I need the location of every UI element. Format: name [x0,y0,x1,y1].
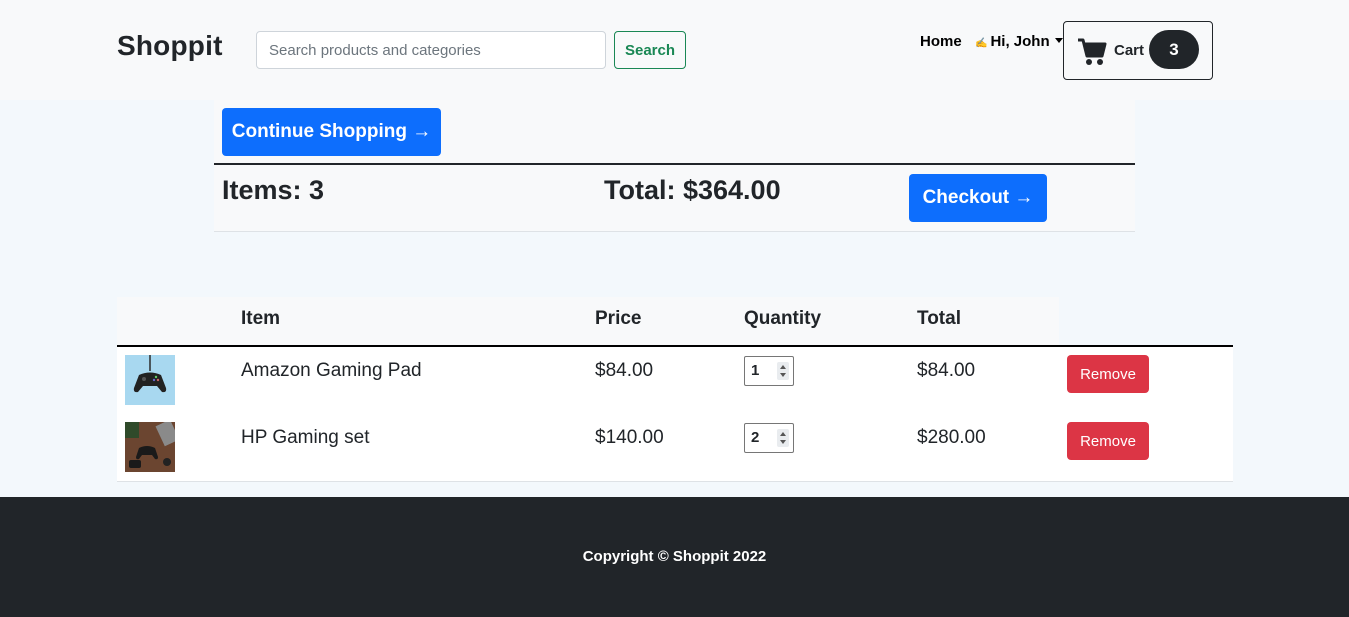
cart-icon [1078,38,1107,65]
quantity-stepper[interactable]: 1 [744,356,794,386]
search-button[interactable]: Search [614,31,686,69]
cart-total: Total: $364.00 [604,175,781,205]
continue-shopping-button[interactable]: Continue Shopping → [222,108,441,156]
navbar: Shoppit Search Home ✍Hi, John Cart 3 [0,0,1349,100]
gaming-set-thumbnail [125,422,175,472]
table-row: HP Gaming set $140.00 2 $280.00 Remove [117,414,1233,482]
spinner-arrows-icon[interactable] [777,429,789,447]
cart-button[interactable]: Cart 3 [1063,21,1213,80]
quantity-value: 2 [751,429,760,446]
footer: Copyright © Shoppit 2022 [0,497,1349,617]
item-price: $84.00 [595,360,654,381]
user-icon: ✍ [975,38,988,49]
checkout-button[interactable]: Checkout → [909,174,1047,222]
chevron-down-icon [1054,38,1063,43]
item-name: HP Gaming set [241,427,370,448]
cart-summary: Continue Shopping → Items: 3 Total: $364… [214,100,1135,232]
table-row: Amazon Gaming Pad $84.00 1 $84.00 Remove [117,347,1233,415]
column-header-quantity: Quantity [744,308,822,329]
quantity-stepper[interactable]: 2 [744,423,794,453]
copyright-text: Copyright © Shoppit 2022 [582,548,767,565]
column-header-price: Price [595,308,642,329]
cart-label: Cart [1114,42,1145,59]
spinner-arrows-icon[interactable] [777,362,789,380]
brand-logo[interactable]: Shoppit [117,30,223,62]
items-count: Items: 3 [222,175,325,205]
search-input[interactable] [256,31,606,69]
item-name: Amazon Gaming Pad [241,360,422,381]
column-header-item: Item [241,308,281,329]
column-header-total: Total [917,308,961,329]
item-total: $280.00 [917,427,986,448]
item-price: $140.00 [595,427,664,448]
gaming-pad-thumbnail [125,355,175,405]
divider [214,163,1135,165]
user-greeting: Hi, John [990,33,1050,50]
quantity-value: 1 [751,362,760,379]
cart-count-badge: 3 [1149,30,1199,69]
remove-button[interactable]: Remove [1067,355,1149,393]
nav-home-link[interactable]: Home [920,33,962,50]
user-menu-dropdown[interactable]: ✍ Hi, John [975,33,1063,50]
item-total: $84.00 [917,360,976,381]
remove-button[interactable]: Remove [1067,422,1149,460]
table-header: Item Price Quantity Total [117,297,1059,345]
